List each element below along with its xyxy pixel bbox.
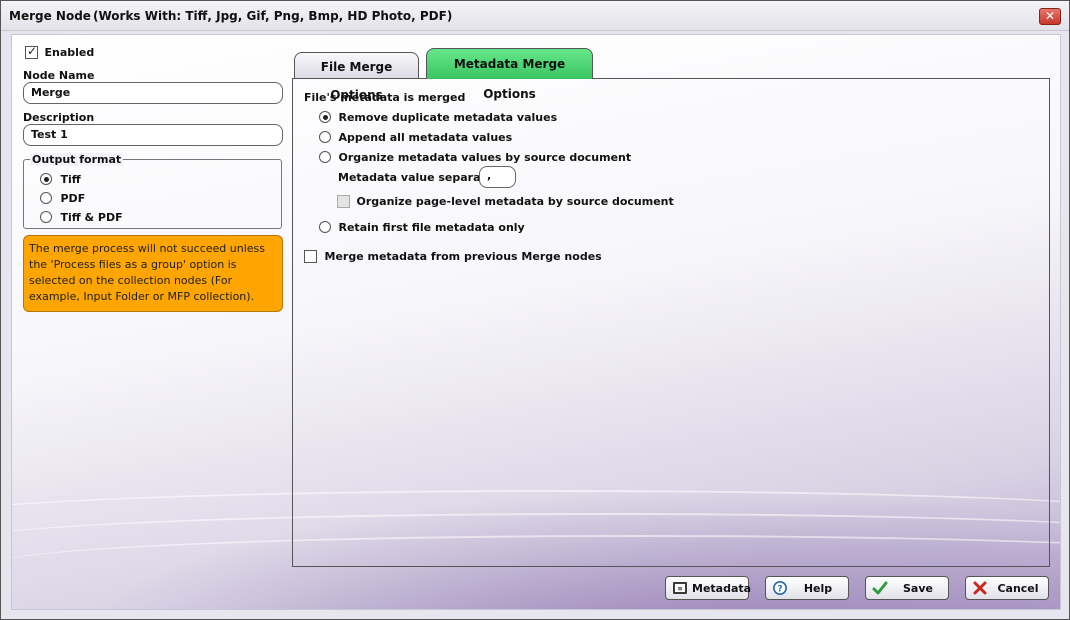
append-all-label: Append all metadata values — [338, 130, 513, 144]
output-format-legend: Output format — [30, 153, 124, 166]
output-tiff-pdf-radio[interactable] — [40, 211, 52, 223]
merge-previous-option[interactable]: Merge metadata from previous Merge nodes — [304, 249, 602, 263]
save-button[interactable]: Save — [865, 576, 949, 600]
remove-duplicate-label: Remove duplicate metadata values — [338, 110, 558, 124]
append-all-option[interactable]: Append all metadata values — [319, 130, 512, 144]
metadata-button[interactable]: m Metadata — [665, 576, 752, 600]
cancel-button-label: Cancel — [997, 582, 1039, 595]
merge-node-window: Merge Node (Works With: Tiff, Jpg, Gif, … — [0, 0, 1070, 620]
retain-first-option[interactable]: Retain first file metadata only — [319, 220, 525, 234]
close-button[interactable]: ✕ — [1039, 8, 1061, 25]
output-tiff-pdf-label: Tiff & PDF — [60, 210, 123, 224]
tab-metadata-merge-options[interactable]: Metadata Merge Options — [426, 48, 593, 101]
checkmark-icon — [872, 581, 888, 595]
output-pdf-radio[interactable] — [40, 192, 52, 204]
cancel-button[interactable]: Cancel — [965, 576, 1049, 600]
output-format-group: Output format Tiff PDF Tiff & PDF — [23, 153, 282, 229]
remove-duplicate-radio[interactable] — [319, 111, 331, 123]
help-button-label: Help — [803, 582, 833, 595]
metadata-icon: m — [673, 582, 687, 594]
retain-first-label: Retain first file metadata only — [338, 220, 525, 234]
merge-previous-checkbox[interactable] — [304, 249, 317, 263]
metadata-merged-heading: File's metadata is merged — [304, 91, 466, 104]
node-name-label: Node Name — [23, 69, 95, 82]
organize-by-source-radio[interactable] — [319, 151, 331, 163]
description-label: Description — [23, 111, 95, 124]
dialog-content: Enabled Node Name Merge Description Test… — [11, 34, 1061, 610]
enabled-checkbox[interactable] — [25, 44, 38, 59]
svg-text:m: m — [678, 586, 682, 593]
help-button[interactable]: ? Help — [765, 576, 849, 600]
metadata-button-label: Metadata — [692, 582, 752, 595]
node-name-input[interactable]: Merge — [23, 82, 283, 104]
metadata-merge-panel: File's metadata is merged Remove duplica… — [292, 78, 1050, 567]
output-tiff-label: Tiff — [60, 172, 81, 186]
page-level-checkbox[interactable] — [337, 194, 350, 208]
retain-first-radio[interactable] — [319, 221, 331, 233]
merge-previous-label: Merge metadata from previous Merge nodes — [324, 249, 602, 263]
help-icon: ? — [773, 581, 787, 595]
append-all-radio[interactable] — [319, 131, 331, 143]
enabled-checkbox-row[interactable]: Enabled — [25, 44, 95, 59]
output-pdf-option[interactable]: PDF — [40, 191, 85, 205]
output-tiff-option[interactable]: Tiff — [40, 172, 81, 186]
tab-file-merge-options[interactable]: File Merge Options — [294, 52, 419, 102]
separator-input[interactable]: , — [479, 166, 516, 188]
output-tiff-pdf-option[interactable]: Tiff & PDF — [40, 210, 123, 224]
description-input[interactable]: Test 1 — [23, 124, 283, 146]
svg-text:?: ? — [777, 585, 782, 595]
merge-warning-note: The merge process will not succeed unles… — [23, 235, 283, 312]
remove-duplicate-option[interactable]: Remove duplicate metadata values — [319, 110, 557, 124]
output-pdf-label: PDF — [60, 191, 86, 205]
works-with-label: (Works With: Tiff, Jpg, Gif, Png, Bmp, H… — [93, 9, 453, 23]
save-button-label: Save — [903, 582, 933, 595]
organize-by-source-option[interactable]: Organize metadata values by source docum… — [319, 150, 631, 164]
output-tiff-radio[interactable] — [40, 173, 52, 185]
title-bar: Merge Node (Works With: Tiff, Jpg, Gif, … — [1, 1, 1069, 31]
enabled-label: Enabled — [44, 45, 95, 59]
page-level-label: Organize page-level metadata by source d… — [356, 194, 674, 208]
cancel-x-icon — [973, 581, 987, 595]
organize-by-source-label: Organize metadata values by source docum… — [338, 150, 632, 164]
window-title: Merge Node — [9, 9, 91, 23]
page-level-option[interactable]: Organize page-level metadata by source d… — [337, 194, 674, 208]
close-icon: ✕ — [1044, 9, 1056, 23]
